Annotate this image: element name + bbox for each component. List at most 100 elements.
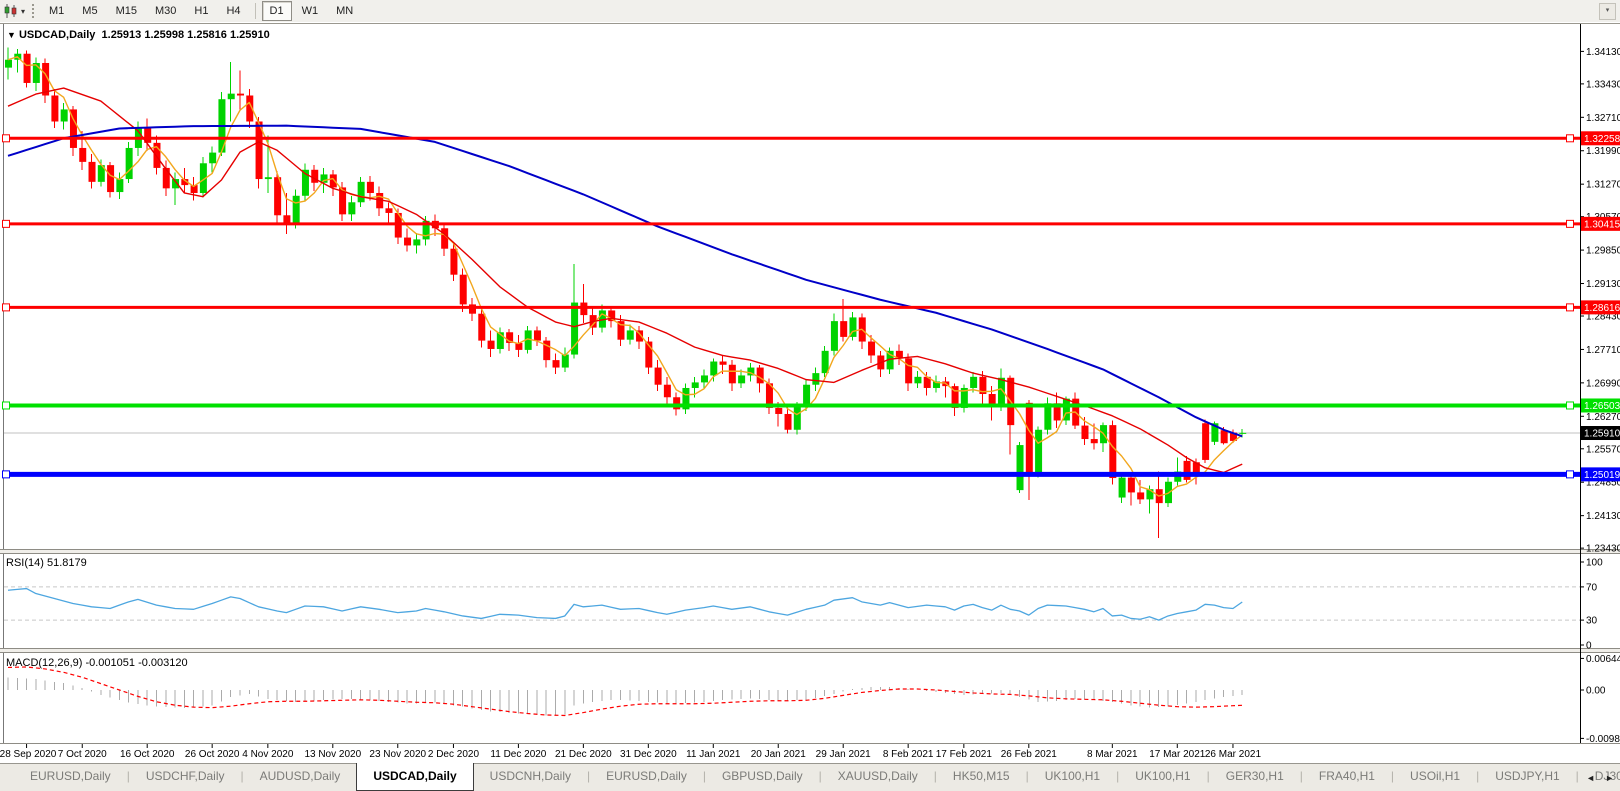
candle-body — [533, 330, 541, 341]
chart-tab-hk50-m15[interactable]: HK50,M15 — [937, 764, 1026, 791]
timeframe-button-h1[interactable]: H1 — [186, 1, 216, 21]
timeframe-button-m15[interactable]: M15 — [108, 1, 145, 21]
candle-body — [227, 93, 235, 100]
chart-canvas[interactable]: 1.341301.334301.327101.319901.312701.305… — [0, 22, 1620, 763]
candle-body — [561, 354, 569, 368]
candle-body — [710, 361, 718, 376]
chart-tab-usdcnh-daily[interactable]: USDCNH,Daily — [474, 764, 587, 791]
chart-tab-eurusd-daily[interactable]: EURUSD,Daily — [14, 764, 127, 791]
candle-body — [209, 152, 217, 164]
line-anchor-handle[interactable] — [2, 401, 10, 410]
chart-tab-usdcad-daily[interactable]: USDCAD,Daily — [356, 763, 474, 791]
macd-tick-label: -0.009871 — [1586, 734, 1620, 745]
timeframe-button-h4[interactable]: H4 — [218, 1, 248, 21]
candle-body — [1220, 430, 1228, 444]
candle-body — [329, 174, 337, 188]
line-anchor-handle[interactable] — [1566, 470, 1574, 479]
line-anchor-handle[interactable] — [2, 134, 10, 143]
timeframe-button-m30[interactable]: M30 — [147, 1, 184, 21]
date-label: 8 Feb 2021 — [883, 749, 934, 760]
candle-body — [701, 375, 708, 383]
level-price-label: 1.32258 — [1584, 134, 1620, 145]
line-anchor-handle[interactable] — [2, 219, 10, 228]
candle-body — [320, 174, 328, 183]
symbol-tabs: EURUSD,Daily | USDCHF,Daily | AUDUSD,Daily US… — [0, 763, 1620, 791]
line-anchor-handle[interactable] — [2, 470, 10, 479]
timeframe-button-m1[interactable]: M1 — [41, 1, 72, 21]
timeframe-button-d1[interactable]: D1 — [261, 1, 292, 21]
date-label: 11 Jan 2021 — [686, 749, 741, 760]
chart-tab-eurusd-daily[interactable]: EURUSD,Daily — [590, 764, 703, 791]
candle-body — [478, 313, 486, 341]
chart-tab-usdchf-daily[interactable]: USDCHF,Daily — [130, 764, 241, 791]
chart-tab-usoil-h1[interactable]: USOil,H1 — [1394, 764, 1476, 791]
price-tick-label: 1.34130 — [1586, 47, 1620, 58]
candle-body — [728, 364, 736, 384]
price-tick-label: 1.26990 — [1586, 378, 1620, 389]
chart-tab-fra40-h1[interactable]: FRA40,H1 — [1303, 764, 1391, 791]
candle-body — [348, 202, 356, 215]
candle-body — [821, 350, 829, 374]
rsi-indicator-label: RSI(14) 51.8179 — [6, 557, 87, 569]
candle-body — [719, 361, 727, 365]
timeframe-toolbar: ▾ M1 M5 M15 M30 H1 H4 D1 W1 MN ▾ — [0, 0, 1620, 23]
line-anchor-handle[interactable] — [2, 303, 10, 312]
toolbar-grip[interactable] — [32, 4, 35, 18]
tab-scroll-right-icon[interactable]: ► — [1605, 773, 1614, 783]
chart-tab-usdjpy-h1[interactable]: USDJPY,H1 — [1479, 764, 1575, 791]
line-anchor-handle[interactable] — [1566, 401, 1574, 410]
date-label: 26 Feb 2021 — [1001, 749, 1058, 760]
line-anchor-handle[interactable] — [1566, 219, 1574, 228]
candle-body — [914, 376, 922, 384]
line-anchor-handle[interactable] — [1566, 134, 1574, 143]
candle-body — [543, 340, 551, 361]
chart-tab-uk100-h1[interactable]: UK100,H1 — [1119, 764, 1206, 791]
date-label: 17 Feb 2021 — [936, 749, 993, 760]
toolbar-overflow-button[interactable]: ▾ — [1599, 3, 1616, 20]
chevron-down-icon: ▾ — [21, 6, 26, 16]
candle-body — [1016, 445, 1024, 491]
timeframe-button-w1[interactable]: W1 — [294, 1, 327, 21]
tab-scroll-left-icon[interactable]: ◄ — [1586, 773, 1595, 783]
price-tick-label: 1.33430 — [1586, 79, 1620, 90]
chart-tab-gbpusd-daily[interactable]: GBPUSD,Daily — [706, 764, 819, 791]
line-anchor-handle[interactable] — [1566, 303, 1574, 312]
chart-tab-xauusd-daily[interactable]: XAUUSD,Daily — [822, 764, 934, 791]
candle-body — [830, 321, 838, 351]
candle-body — [5, 59, 12, 68]
level-price-label: 1.26503 — [1584, 401, 1620, 412]
timeframe-button-mn[interactable]: MN — [328, 1, 361, 21]
timeframe-button-m5[interactable]: M5 — [74, 1, 105, 21]
date-label: 8 Mar 2021 — [1087, 749, 1138, 760]
candle-body — [738, 375, 746, 384]
candle-body — [571, 302, 579, 355]
price-tick-label: 1.25570 — [1586, 444, 1620, 455]
price-tick-label: 1.31990 — [1586, 146, 1620, 157]
candle-body — [487, 340, 495, 349]
date-label: 23 Nov 2020 — [369, 749, 426, 760]
candle-body — [1025, 402, 1033, 473]
chart-tab-uk100-h1[interactable]: UK100,H1 — [1029, 764, 1116, 791]
date-label: 4 Nov 2020 — [242, 749, 294, 760]
candle-body — [1090, 439, 1098, 444]
rsi-tick-label: 0 — [1586, 641, 1592, 652]
chart-tab-audusd-daily[interactable]: AUDUSD,Daily — [244, 764, 357, 791]
current-price-label: 1.25910 — [1584, 429, 1620, 440]
candle-body — [366, 181, 374, 193]
chart-background — [0, 22, 1620, 743]
candle-body — [812, 373, 820, 385]
collapse-triangle-icon[interactable]: ▼ — [7, 30, 16, 40]
date-label: 28 Sep 2020 — [0, 749, 57, 760]
date-label: 29 Jan 2021 — [816, 749, 871, 760]
date-label: 13 Nov 2020 — [304, 749, 361, 760]
candle-body — [784, 413, 792, 430]
chart-tab-ger30-h1[interactable]: GER30,H1 — [1210, 764, 1300, 791]
chart-style-button[interactable]: ▾ — [0, 0, 29, 22]
price-tick-label: 1.24130 — [1586, 511, 1620, 522]
candle-body — [1202, 423, 1210, 460]
candle-body — [868, 341, 876, 356]
level-price-label: 1.25019 — [1584, 470, 1620, 481]
candle-body — [1081, 425, 1089, 440]
candle-body — [237, 93, 244, 96]
candle-body — [450, 248, 458, 275]
